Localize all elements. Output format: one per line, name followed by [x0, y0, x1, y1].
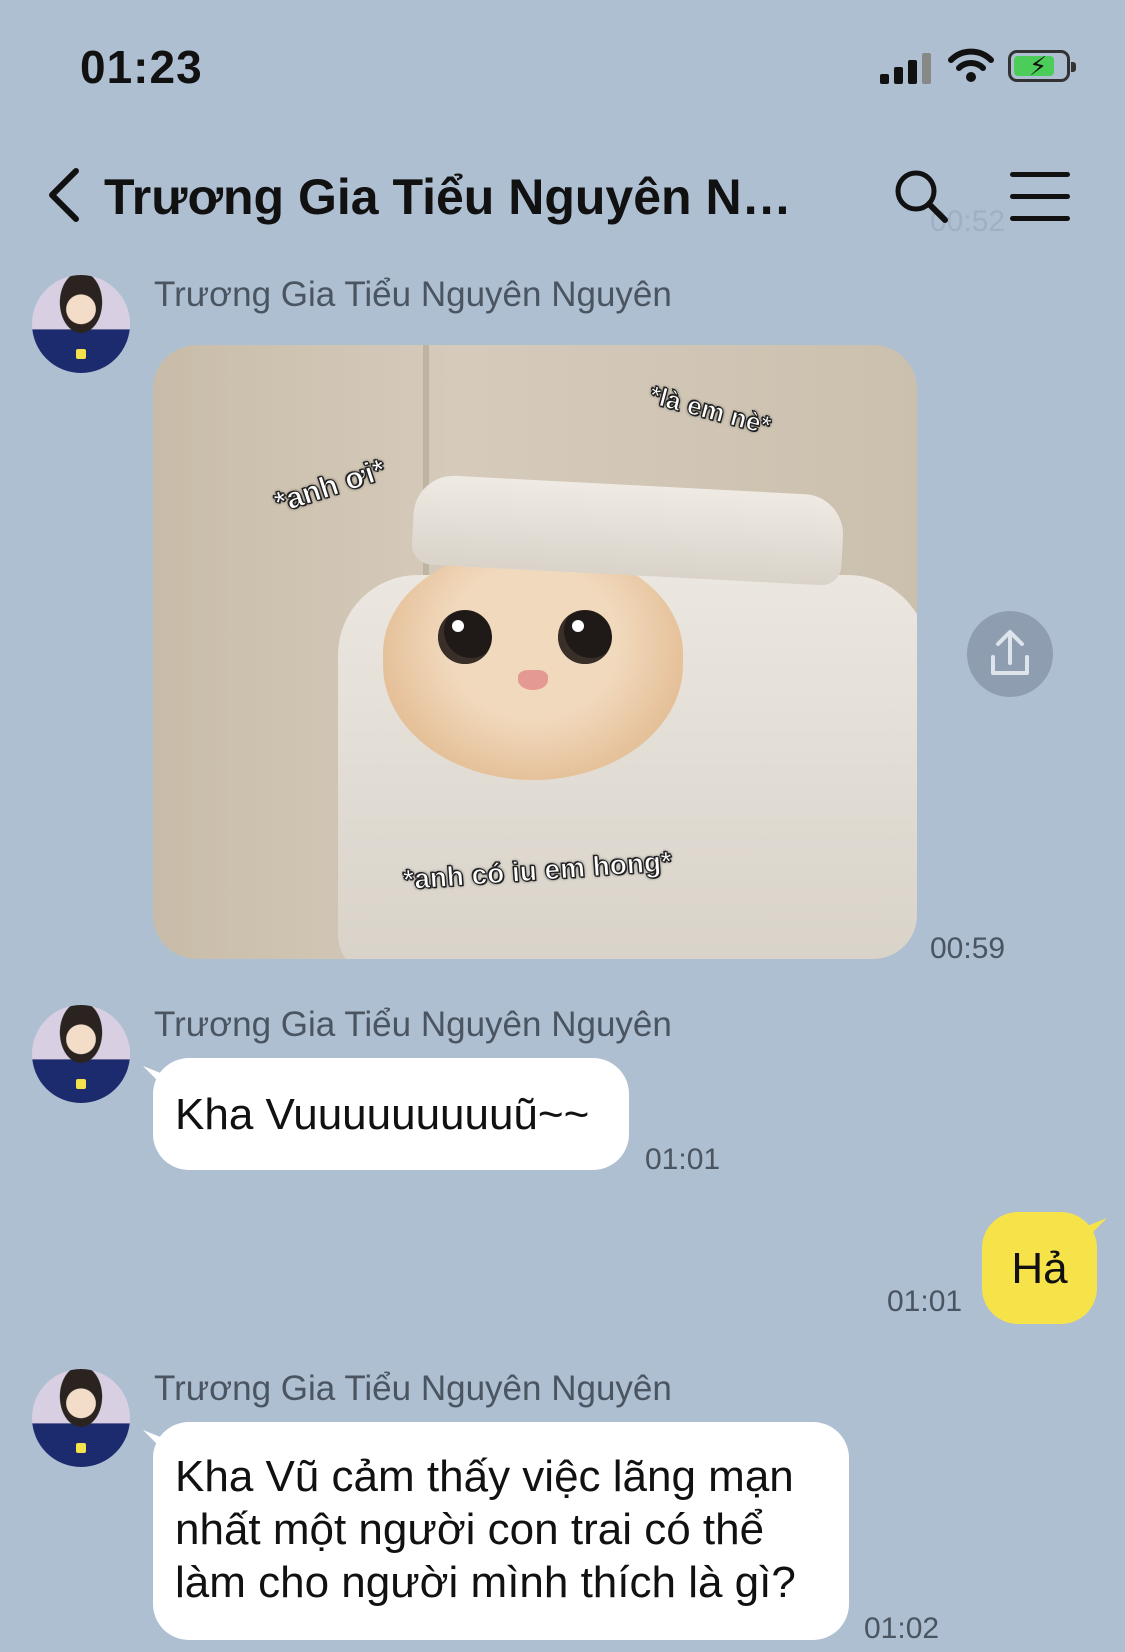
avatar[interactable] [32, 1369, 130, 1467]
sender-name: Trương Gia Tiểu Nguyên Nguyên [154, 275, 672, 314]
my-message-bubble[interactable]: Hả [982, 1212, 1097, 1324]
cat-image [383, 550, 683, 780]
timestamp: 00:59 [930, 932, 1006, 965]
share-button[interactable] [967, 611, 1053, 697]
chat-title[interactable]: Trương Gia Tiểu Nguyên Ng... [104, 168, 804, 226]
back-icon[interactable] [44, 165, 84, 230]
status-time: 01:23 [80, 41, 203, 93]
image-caption: *là em nè* [646, 379, 775, 441]
message-text: Kha Vuuuuuuuuuũ~~ [175, 1090, 590, 1139]
sender-name: Trương Gia Tiểu Nguyên Nguyên [154, 1005, 672, 1044]
sender-name: Trương Gia Tiểu Nguyên Nguyên [154, 1369, 672, 1408]
avatar[interactable] [32, 1005, 130, 1103]
share-icon [991, 630, 1029, 675]
menu-icon[interactable] [1010, 172, 1070, 238]
battery-icon: ⚡ [1008, 50, 1076, 82]
image-message[interactable]: *anh ơi* *là em nè* *anh có iu em hong* [153, 345, 917, 959]
message-bubble[interactable]: Kha Vuuuuuuuuuũ~~ [153, 1058, 629, 1170]
message-bubble[interactable]: Kha Vũ cảm thấy việc lãng mạn nhất một n… [153, 1422, 849, 1640]
timestamp: 01:02 [864, 1612, 940, 1645]
timestamp: 01:01 [645, 1143, 721, 1176]
search-icon[interactable] [893, 168, 949, 229]
avatar[interactable] [32, 275, 130, 373]
message-line: làm cho người mình thích là gì? [175, 1558, 796, 1607]
message-line: Kha Vũ cảm thấy việc lãng mạn [175, 1452, 794, 1501]
message-line: nhất một người con trai có thể [175, 1505, 765, 1554]
image-caption: *anh ơi* [270, 453, 390, 521]
signal-icon [880, 50, 931, 84]
timestamp: 01:01 [887, 1285, 963, 1318]
wifi-icon [948, 48, 994, 87]
message-text: Hả [1011, 1244, 1068, 1293]
